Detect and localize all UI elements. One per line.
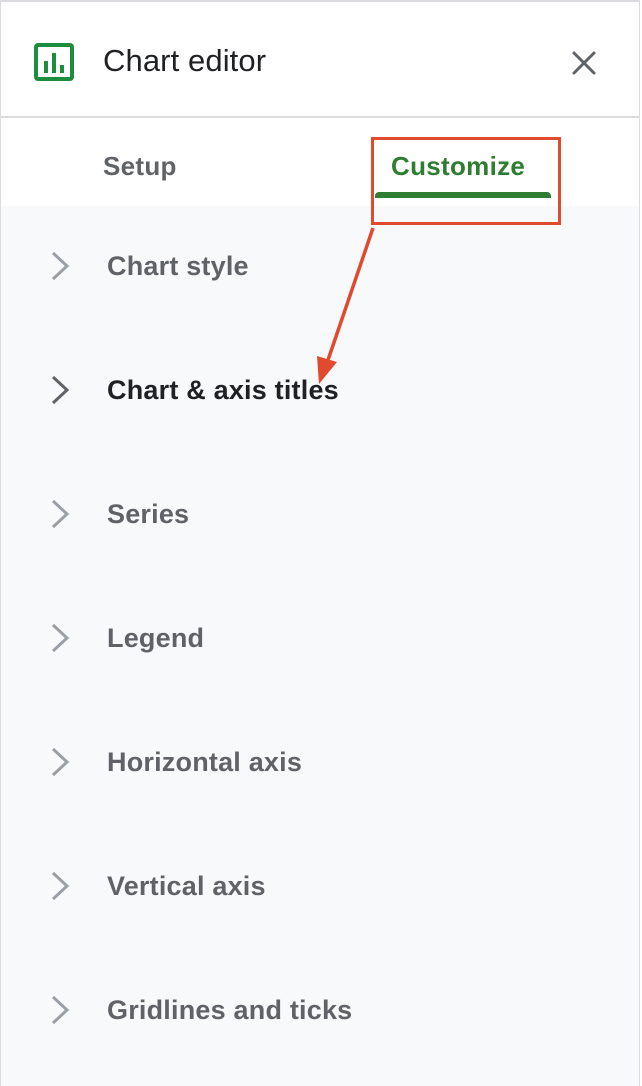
section-label: Gridlines and ticks <box>107 995 353 1025</box>
chevron-right-icon <box>51 375 70 405</box>
chevron-right-icon <box>51 747 70 777</box>
page-title: Chart editor <box>103 43 267 78</box>
chart-editor-panel: Chart editor Setup Customize Chart style… <box>0 0 640 1086</box>
section-chart-axis-titles[interactable]: Chart & axis titles <box>1 350 639 430</box>
section-vertical-axis[interactable]: Vertical axis <box>1 846 639 926</box>
section-label: Horizontal axis <box>107 747 303 777</box>
chevron-right-icon <box>51 871 70 901</box>
bar-chart-icon <box>34 43 74 81</box>
section-label: Vertical axis <box>107 871 266 901</box>
section-label: Series <box>107 499 190 529</box>
chevron-right-icon <box>51 623 70 653</box>
chevron-right-icon <box>51 251 70 281</box>
chevron-right-icon <box>51 499 70 529</box>
tab-setup[interactable]: Setup <box>103 146 177 186</box>
section-label: Chart & axis titles <box>107 375 339 405</box>
section-chart-style[interactable]: Chart style <box>1 226 639 306</box>
section-gridlines-and-ticks[interactable]: Gridlines and ticks <box>1 970 639 1050</box>
chart-editor-header: Chart editor <box>1 2 639 118</box>
section-series[interactable]: Series <box>1 474 639 554</box>
close-icon[interactable] <box>567 46 601 80</box>
section-label: Chart style <box>107 251 249 281</box>
customize-section-list: Chart style Chart & axis titles Series L… <box>1 206 639 1086</box>
section-legend[interactable]: Legend <box>1 598 639 678</box>
chevron-right-icon <box>51 995 70 1025</box>
section-horizontal-axis[interactable]: Horizontal axis <box>1 722 639 802</box>
section-label: Legend <box>107 623 205 653</box>
annotation-highlight-box <box>371 137 561 225</box>
